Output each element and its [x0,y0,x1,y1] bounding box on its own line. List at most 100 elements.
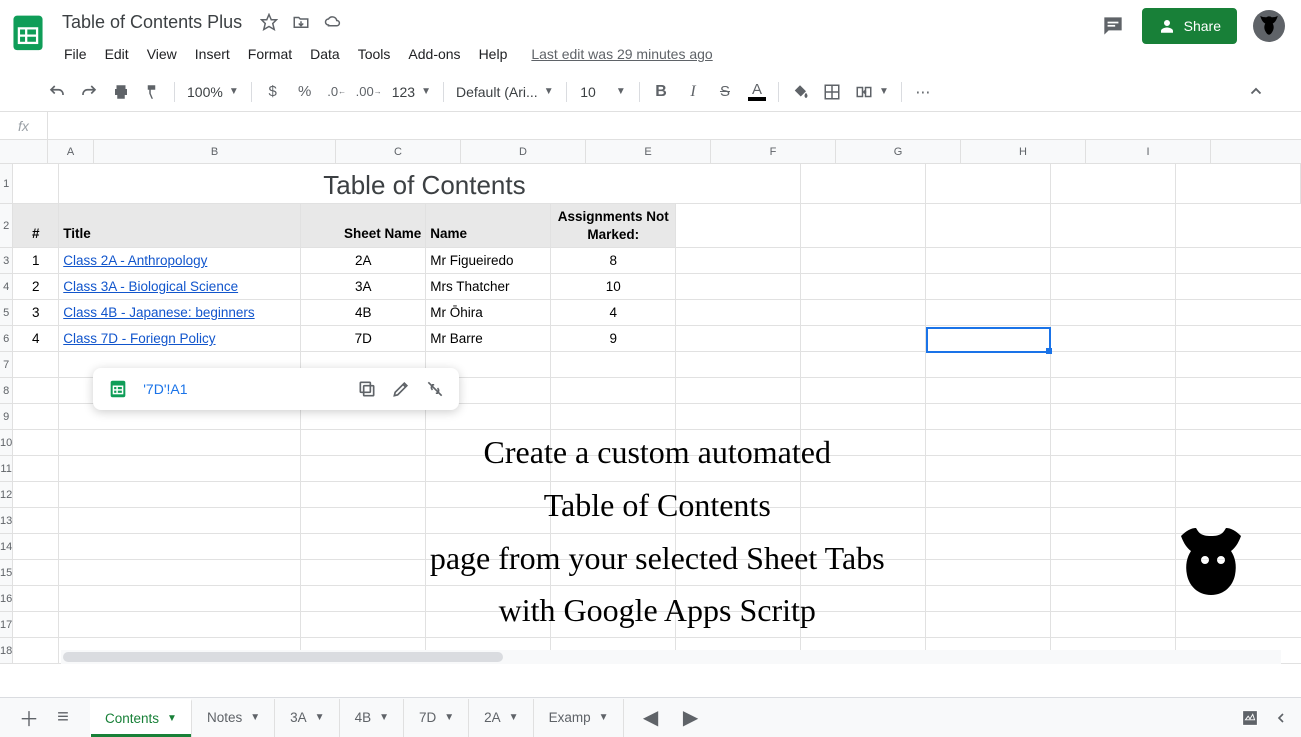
decimal-increase-icon[interactable]: .00→ [354,78,384,106]
cell[interactable] [1051,300,1176,325]
redo-icon[interactable] [74,78,104,106]
cell[interactable]: Class 3A - Biological Science [59,274,301,299]
col-header-I[interactable]: I [1086,140,1211,163]
row-header-13[interactable]: 13 [0,508,13,534]
cell[interactable] [59,534,301,559]
row-header-3[interactable]: 3 [0,248,13,274]
cell[interactable] [926,378,1051,403]
sheets-logo[interactable] [8,12,48,52]
col-header-F[interactable]: F [711,140,836,163]
cell[interactable] [1051,586,1176,611]
cell[interactable] [926,586,1051,611]
italic-icon[interactable]: I [678,78,708,106]
row-header-1[interactable]: 1 [0,164,13,204]
collapse-toolbar-icon[interactable] [1241,78,1271,106]
cell[interactable] [926,352,1051,377]
cell[interactable] [426,612,551,637]
col-header-E[interactable]: E [586,140,711,163]
text-color-icon[interactable]: A [742,78,772,106]
cell[interactable] [301,508,426,533]
cell[interactable] [926,404,1051,429]
cell[interactable] [59,508,301,533]
menu-file[interactable]: File [56,42,95,66]
cell[interactable] [676,300,801,325]
tab-3a[interactable]: 3A▼ [275,699,339,737]
cell[interactable] [926,482,1051,507]
cell[interactable] [801,300,926,325]
cell[interactable] [426,586,551,611]
cloud-icon[interactable] [324,13,342,31]
explore-icon[interactable] [1239,707,1261,729]
tab-contents[interactable]: Contents▼ [90,699,192,737]
menu-view[interactable]: View [139,42,185,66]
last-edit-link[interactable]: Last edit was 29 minutes ago [531,46,712,62]
cell[interactable] [801,326,926,351]
cell[interactable] [801,586,926,611]
add-sheet-icon[interactable]: ＋ [12,701,46,735]
cell[interactable] [1051,456,1176,481]
cell[interactable] [676,508,801,533]
horizontal-scrollbar[interactable] [61,650,1281,664]
col-header-G[interactable]: G [836,140,961,163]
menu-edit[interactable]: Edit [97,42,137,66]
row-header-14[interactable]: 14 [0,534,13,560]
cell[interactable]: Mr Ōhira [426,300,551,325]
cell[interactable] [13,508,59,533]
cell[interactable]: 2A [301,248,426,273]
col-header-B[interactable]: B [94,140,336,163]
row-header-18[interactable]: 18 [0,638,13,664]
cell[interactable] [13,534,59,559]
cell[interactable] [676,248,801,273]
cell[interactable] [676,326,801,351]
bold-icon[interactable]: B [646,78,676,106]
cell[interactable] [801,508,926,533]
cell[interactable] [551,404,676,429]
cell[interactable] [676,586,801,611]
side-panel-toggle-icon[interactable] [1273,710,1289,726]
fill-color-icon[interactable] [785,78,815,106]
tab-2a[interactable]: 2A▼ [469,699,533,737]
menu-data[interactable]: Data [302,42,348,66]
menu-tools[interactable]: Tools [350,42,399,66]
unlink-icon[interactable] [425,379,445,399]
cell[interactable] [13,612,59,637]
tab-4b[interactable]: 4B▼ [340,699,404,737]
cell[interactable] [551,430,676,455]
cell[interactable] [676,430,801,455]
row-header-11[interactable]: 11 [0,456,13,482]
cell[interactable] [301,612,426,637]
menu-insert[interactable]: Insert [187,42,238,66]
cell[interactable] [551,612,676,637]
cell[interactable]: 10 [551,274,676,299]
cell[interactable] [801,560,926,585]
move-icon[interactable] [292,13,310,31]
star-icon[interactable] [260,13,278,31]
cell[interactable] [801,430,926,455]
row-header-10[interactable]: 10 [0,430,13,456]
undo-icon[interactable] [42,78,72,106]
cell[interactable]: Mr Figueiredo [426,248,551,273]
cell[interactable] [801,248,926,273]
cell[interactable] [1051,274,1176,299]
cell[interactable] [551,534,676,559]
cell[interactable] [926,430,1051,455]
toc-link[interactable]: Class 7D - Foriegn Policy [63,331,215,346]
edit-link-icon[interactable] [391,379,411,399]
font-size-select[interactable]: 10▼ [573,79,633,105]
row-header-17[interactable]: 17 [0,612,13,638]
cell[interactable] [301,560,426,585]
cell[interactable]: Class 2A - Anthropology [59,248,301,273]
cell[interactable] [13,482,59,507]
cell[interactable]: Class 7D - Foriegn Policy [59,326,301,351]
tab-notes[interactable]: Notes▼ [192,699,275,737]
cell[interactable]: Mr Barre [426,326,551,351]
cell[interactable] [551,456,676,481]
select-all-corner[interactable] [0,140,48,163]
cell[interactable]: 2 [13,274,59,299]
row-header-15[interactable]: 15 [0,560,13,586]
cell[interactable]: 9 [551,326,676,351]
cell[interactable] [426,508,551,533]
col-header-H[interactable]: H [961,140,1086,163]
cell[interactable] [1051,404,1176,429]
comments-icon[interactable] [1100,13,1126,39]
